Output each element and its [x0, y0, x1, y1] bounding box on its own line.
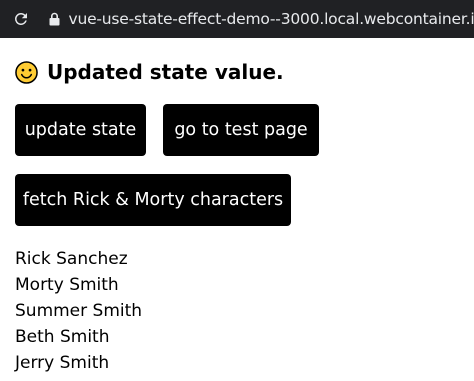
lock-icon[interactable] — [49, 12, 60, 26]
list-item: Morty Smith — [15, 275, 119, 295]
update-state-button[interactable]: update state — [15, 104, 146, 156]
browser-toolbar: vue-use-state-effect-demo--3000.local.we… — [0, 0, 474, 38]
smiley-face-icon — [15, 60, 38, 84]
page-content: Updated state value. update state go to … — [0, 38, 474, 381]
characters-list: Rick Sanchez Morty Smith Summer Smith Be… — [15, 246, 142, 376]
heading-text: Updated state value. — [47, 60, 284, 84]
list-item: Beth Smith — [15, 327, 110, 347]
page-heading: Updated state value. — [15, 60, 284, 84]
reload-icon — [14, 12, 27, 25]
reload-button[interactable] — [10, 8, 31, 30]
go-to-test-page-button[interactable]: go to test page — [163, 104, 319, 156]
fetch-characters-button[interactable]: fetch Rick & Morty characters — [15, 174, 291, 226]
list-item: Rick Sanchez — [15, 249, 128, 269]
list-item: Jerry Smith — [15, 353, 110, 373]
list-item: Summer Smith — [15, 301, 143, 321]
address-bar-url[interactable]: vue-use-state-effect-demo--3000.local.we… — [68, 10, 474, 28]
